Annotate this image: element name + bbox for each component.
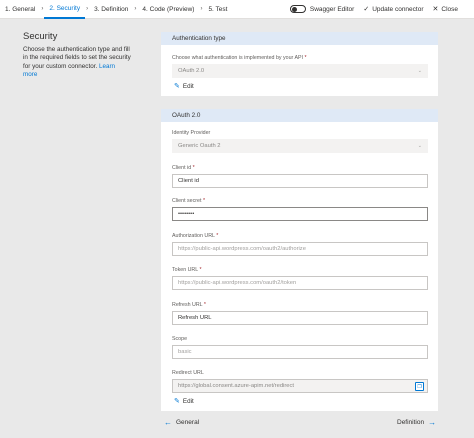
refresh-url-input[interactable]: Refresh URL xyxy=(172,311,428,325)
token-url-input[interactable]: https://public-api.wordpress.com/oauth2/… xyxy=(172,276,428,290)
security-info-panel: Security Choose the authentication type … xyxy=(23,31,131,80)
oauth-card: OAuth 2.0 Identity Provider Generic Oaut… xyxy=(161,109,438,411)
checkmark-icon: ✓ xyxy=(363,6,370,13)
next-label: Definition xyxy=(397,419,425,426)
scope-input[interactable]: basic xyxy=(172,345,428,359)
update-connector-label: Update connector xyxy=(372,5,424,13)
token-url-label: Token URL * xyxy=(172,267,202,273)
swagger-editor-label: Swagger Editor xyxy=(309,5,355,13)
chevron-down-icon: ⌄ xyxy=(417,143,422,149)
client-secret-label: Client secret * xyxy=(172,198,205,204)
redirect-url-label: Redirect URL xyxy=(172,370,204,376)
toggle-switch[interactable] xyxy=(289,5,306,13)
step-code-preview[interactable]: 4. Code (Preview) xyxy=(137,0,199,19)
auth-type-label: Choose what authentication is implemente… xyxy=(172,55,307,61)
scope-label: Scope xyxy=(172,336,188,342)
close-icon: ✕ xyxy=(432,6,439,13)
authorization-url-label: Authorization URL * xyxy=(172,233,219,239)
back-general-button[interactable]: ← General xyxy=(164,418,199,427)
redirect-url-input: https://global.consent.azure-apim.net/re… xyxy=(172,379,428,393)
identity-provider-label: Identity Provider xyxy=(172,130,211,136)
update-connector-button[interactable]: ✓ Update connector xyxy=(363,5,424,14)
back-label: General xyxy=(176,419,200,426)
toolbar-actions: Swagger Editor ✓ Update connector ✕ Clos… xyxy=(289,5,474,14)
auth-edit-button[interactable]: ✎ Edit xyxy=(174,82,194,91)
top-navigation: 1. General › 2. Security › 3. Definition… xyxy=(0,0,474,19)
auth-type-select[interactable]: OAuth 2.0 ⌄ xyxy=(172,64,428,78)
page-title: Security xyxy=(23,31,58,42)
authentication-type-card: Authentication type Choose what authenti… xyxy=(161,32,438,96)
close-label: Close xyxy=(441,5,458,13)
step-definition[interactable]: 3. Definition xyxy=(89,0,133,19)
pencil-icon: ✎ xyxy=(174,398,180,405)
identity-provider-select[interactable]: Generic Oauth 2 ⌄ xyxy=(172,139,428,153)
client-id-label: Client id * xyxy=(172,165,195,171)
arrow-right-icon: → xyxy=(428,418,437,427)
swagger-editor-toggle[interactable]: Swagger Editor xyxy=(289,5,355,13)
step-security[interactable]: 2. Security xyxy=(44,0,86,19)
client-secret-input[interactable]: •••••••• xyxy=(172,207,428,221)
security-description: Choose the authentication type and fill … xyxy=(23,46,131,80)
copy-icon[interactable]: ❐ xyxy=(415,382,424,391)
chevron-down-icon: ⌄ xyxy=(417,68,422,74)
close-button[interactable]: ✕ Close xyxy=(432,5,459,14)
client-id-input[interactable]: Client id xyxy=(172,174,428,188)
next-definition-button[interactable]: Definition → xyxy=(397,418,436,427)
pencil-icon: ✎ xyxy=(174,83,180,90)
authorization-url-input[interactable]: https://public-api.wordpress.com/oauth2/… xyxy=(172,242,428,256)
arrow-left-icon: ← xyxy=(164,418,172,427)
step-general[interactable]: 1. General xyxy=(0,0,40,19)
step-test[interactable]: 5. Test xyxy=(203,0,232,19)
refresh-url-label: Refresh URL * xyxy=(172,302,206,308)
card-header: OAuth 2.0 xyxy=(161,109,438,122)
card-header: Authentication type xyxy=(161,32,438,45)
oauth-edit-button[interactable]: ✎ Edit xyxy=(174,397,194,406)
